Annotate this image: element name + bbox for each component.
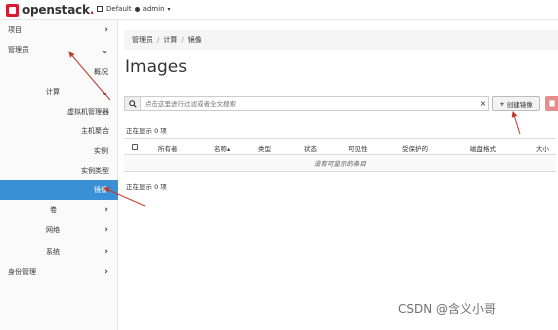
annotation-arrows [68,51,521,207]
arrow-to-images [103,187,146,207]
watermark: CSDN @含义小哥 [398,302,497,316]
arrow-to-create-button [511,111,521,135]
arrow-to-admin [68,51,111,101]
